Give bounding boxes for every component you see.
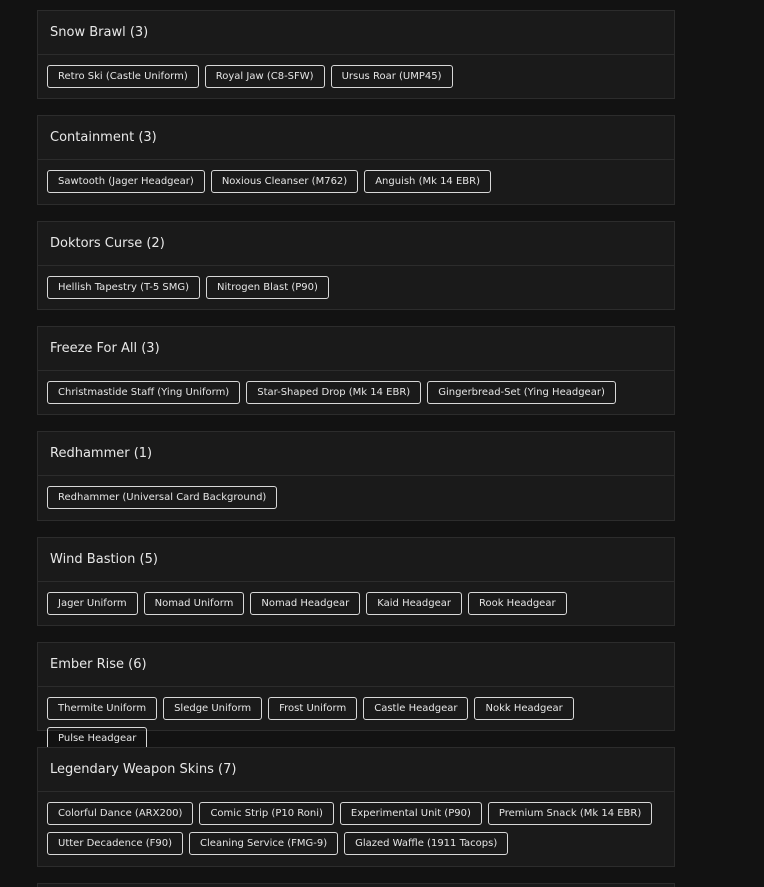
item-chip[interactable]: Christmastide Staff (Ying Uniform) [47,381,241,404]
group-title: Redhammer (1) [38,432,674,476]
item-chip[interactable]: Noxious Cleanser (M762) [210,170,359,193]
item-chip[interactable]: Sledge Uniform [163,697,263,720]
item-chip[interactable]: Nokk Headgear [474,697,574,720]
group-items: Jager Uniform Nomad Uniform Nomad Headge… [38,582,674,622]
item-chip[interactable]: Star-Shaped Drop (Mk 14 EBR) [246,381,422,404]
item-chip[interactable]: Premium Snack (Mk 14 EBR) [487,802,653,825]
group-items: Colorful Dance (ARX200) Comic Strip (P10… [38,792,674,862]
item-chip[interactable]: Thermite Uniform [47,697,158,720]
group-title: Doktors Curse (2) [38,222,674,266]
item-chip[interactable]: Nomad Uniform [143,592,245,615]
item-chip[interactable]: Ursus Roar (UMP45) [330,65,453,88]
item-chip[interactable]: Experimental Unit (P90) [339,802,482,825]
item-chip[interactable]: Redhammer (Universal Card Background) [47,486,278,509]
item-chip[interactable]: Gingerbread-Set (Ying Headgear) [427,381,616,404]
item-chip[interactable]: Castle Headgear [363,697,469,720]
group-items: Sawtooth (Jager Headgear) Noxious Cleans… [38,160,674,200]
group-card: Wind Bastion (5) Jager Uniform Nomad Uni… [37,537,675,626]
item-chip[interactable]: Royal Jaw (C8-SFW) [204,65,325,88]
group-items: Retro Ski (Castle Uniform) Royal Jaw (C8… [38,55,674,95]
group-card: Doktors Curse (2) Hellish Tapestry (T-5 … [37,221,675,310]
group-card: Ember Rise (6) Thermite Uniform Sledge U… [37,642,675,750]
item-chip[interactable]: Retro Ski (Castle Uniform) [47,65,199,88]
group-card: Redhammer (1) Redhammer (Universal Card … [37,431,675,521]
group-items: Christmastide Staff (Ying Uniform) Star-… [38,371,674,411]
item-chip[interactable]: Colorful Dance (ARX200) [47,802,194,825]
group-card: Containment (3) Sawtooth (Jager Headgear… [37,115,675,205]
group-card: Legendary Weapon Skins (7) Colorful Danc… [37,747,675,867]
group-title: Wind Bastion (5) [38,538,674,582]
collection-list: Snow Brawl (3) Retro Ski (Castle Uniform… [0,0,764,887]
group-title: Freeze For All (3) [38,327,674,371]
item-chip[interactable]: Nomad Headgear [250,592,361,615]
group-title: Legendary Weapon Skins (7) [38,748,674,792]
item-chip[interactable]: Glazed Waffle (1911 Tacops) [344,832,509,855]
item-chip[interactable]: Nitrogen Blast (P90) [206,276,329,299]
item-chip[interactable]: Anguish (Mk 14 EBR) [364,170,492,193]
group-card: Freeze For All (3) Christmastide Staff (… [37,326,675,415]
group-card: Snow Brawl (3) Retro Ski (Castle Uniform… [37,10,675,99]
item-chip[interactable]: Jager Uniform [47,592,138,615]
item-chip[interactable]: Hellish Tapestry (T-5 SMG) [47,276,201,299]
item-chip[interactable]: Rook Headgear [467,592,567,615]
item-chip[interactable]: Frost Uniform [268,697,358,720]
item-chip[interactable]: Comic Strip (P10 Roni) [199,802,334,825]
group-title: Snow Brawl (3) [38,11,674,55]
item-chip[interactable]: Utter Decadence (F90) [47,832,184,855]
group-items: Redhammer (Universal Card Background) [38,476,674,516]
group-title: Containment (3) [38,116,674,160]
group-title: Ember Rise (6) [38,643,674,687]
group-items: Hellish Tapestry (T-5 SMG) Nitrogen Blas… [38,266,674,306]
item-chip[interactable]: Cleaning Service (FMG-9) [189,832,339,855]
item-chip[interactable]: Sawtooth (Jager Headgear) [47,170,205,193]
item-chip[interactable]: Kaid Headgear [366,592,462,615]
group-card-partial [37,883,675,887]
